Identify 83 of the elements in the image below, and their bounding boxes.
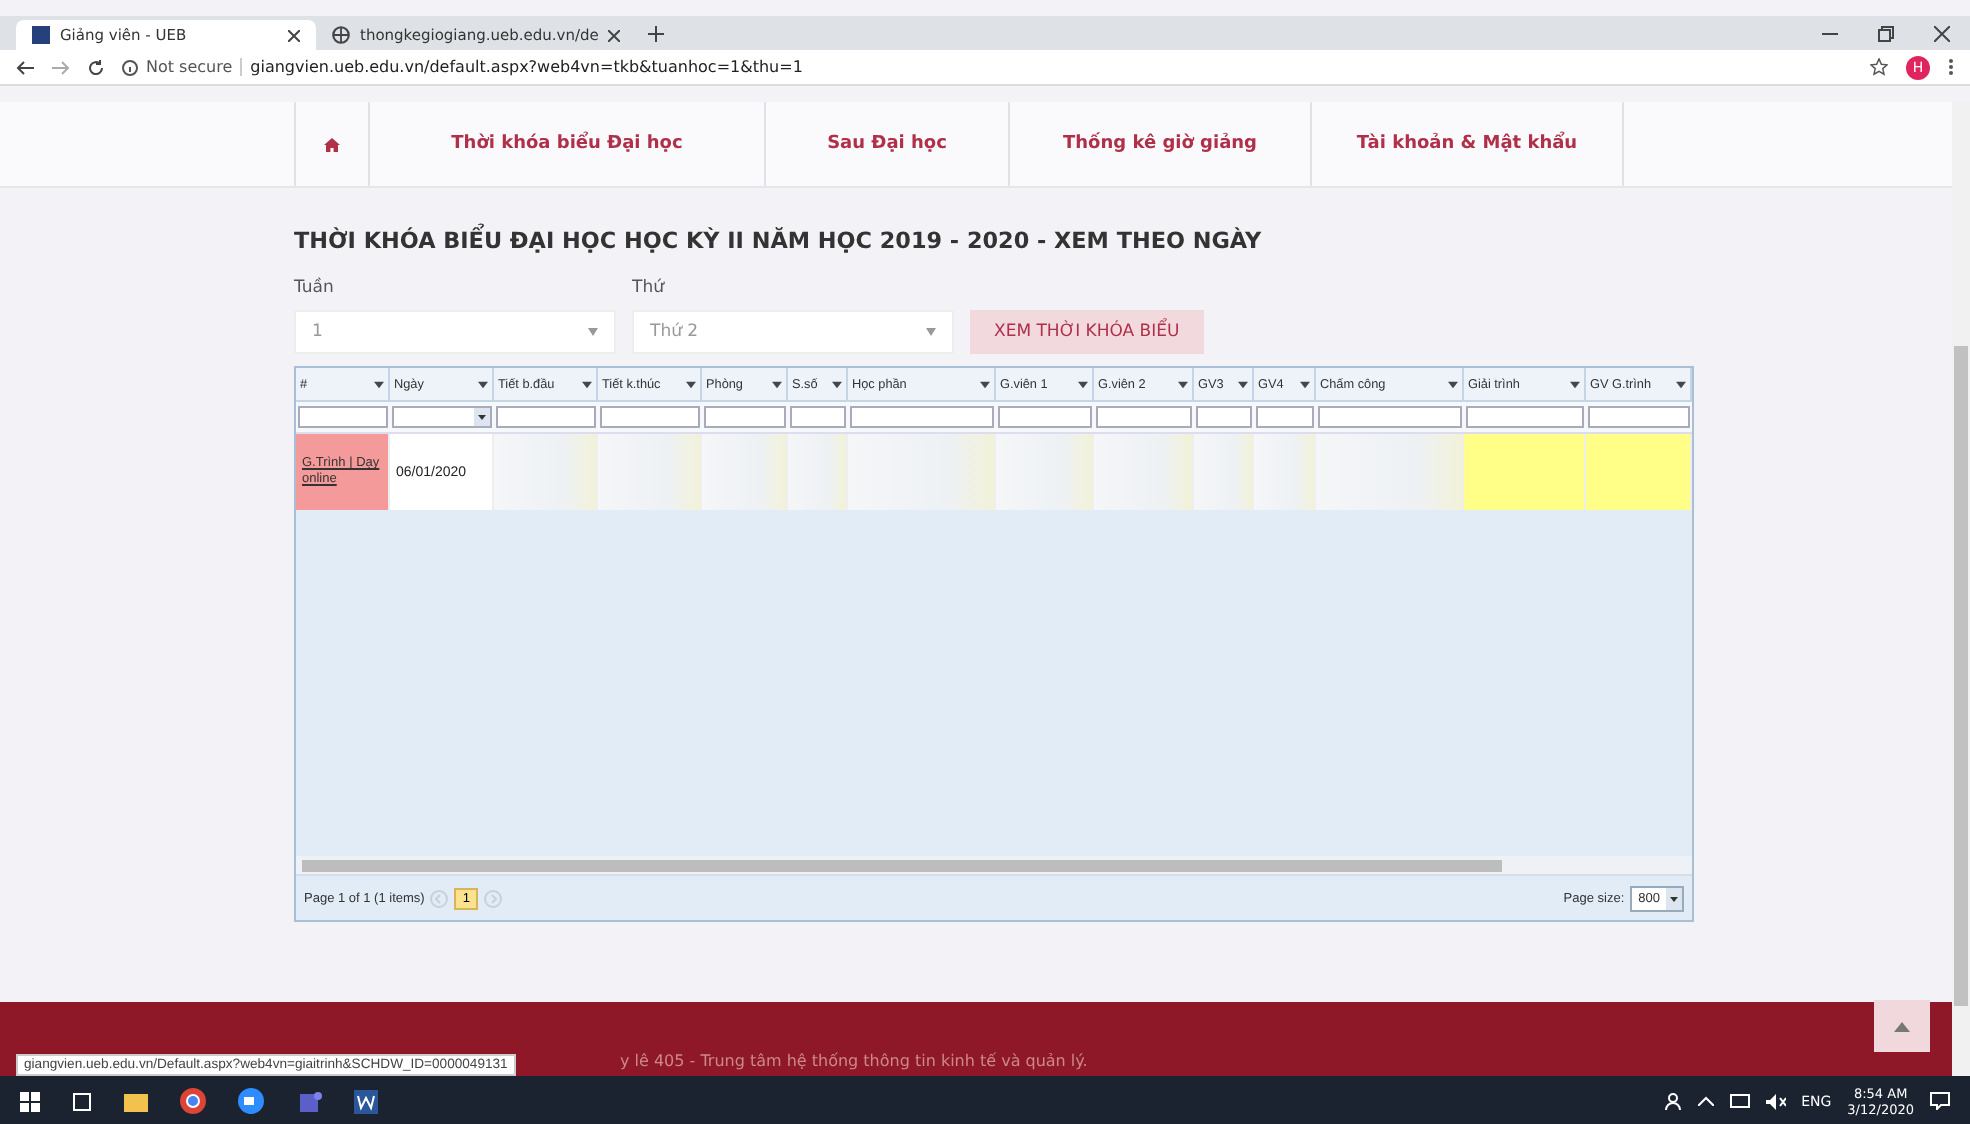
star-icon[interactable] [1870,58,1888,76]
filter-field[interactable] [1318,406,1462,428]
filter-field[interactable] [298,406,388,428]
filter-field[interactable] [392,406,492,428]
horizontal-scrollbar[interactable] [296,856,1692,874]
filter-field[interactable] [998,406,1092,428]
nav-link[interactable]: Tài khoản & Mật khẩu [1310,102,1622,186]
caret-icon[interactable] [1666,887,1682,909]
view-button[interactable]: XEM THỜI KHÓA BIỂU [970,310,1204,354]
info-icon[interactable] [122,59,138,75]
word-icon[interactable] [354,1089,378,1113]
filter-icon[interactable] [980,379,990,389]
blurred-cell [996,434,1094,510]
caret-up-icon [1894,1021,1910,1031]
speaker-icon[interactable] [1765,1093,1786,1109]
filter-icon[interactable] [1238,379,1248,389]
home-icon[interactable] [324,137,340,151]
task-view-icon[interactable] [72,1091,92,1111]
filter-icon[interactable] [1178,379,1188,389]
filter-icon[interactable] [1448,379,1458,389]
close-icon[interactable] [1934,25,1950,41]
filter-field[interactable] [1588,406,1690,428]
field-label: Tuần [294,278,336,298]
filter-icon[interactable] [582,379,592,389]
reload-icon[interactable] [88,59,104,75]
windows-icon[interactable] [20,1091,40,1111]
nav-link[interactable]: Thống kê giờ giảng [1008,102,1310,186]
blurred-cell [494,434,598,510]
caret-icon [588,328,598,336]
filter-icon[interactable] [1300,379,1310,389]
caret-icon [926,328,936,336]
close-icon[interactable] [608,29,621,41]
chevron-up-icon[interactable] [1697,1096,1714,1106]
filter-field[interactable] [600,406,700,428]
nav-link[interactable]: Thời khóa biểu Đại học [368,102,764,186]
blurred-cell [1254,434,1316,510]
browser-icon[interactable] [180,1088,206,1114]
vertical-scrollbar[interactable] [1952,102,1970,1076]
video-app-icon[interactable] [238,1088,264,1114]
menu-icon[interactable] [1948,58,1954,76]
network-icon[interactable] [1729,1093,1750,1109]
filter-icon[interactable] [1570,379,1580,389]
site-icon [32,26,50,44]
filter-icon[interactable] [1078,379,1088,389]
footer-text: y lê 405 - Trung tâm hệ thống thông tin kinh tế và quản lý. [620,1052,1088,1070]
filter-field[interactable] [850,406,994,428]
restore-icon[interactable] [1878,25,1894,41]
filter-icon[interactable] [832,379,842,389]
filter-field[interactable] [496,406,596,428]
security-label: Not secure [146,58,233,76]
nav-link[interactable]: Sau Đại học [764,102,1008,186]
scrollbar-thumb[interactable] [1954,346,1968,1006]
globe-icon [332,26,350,44]
filter-icon[interactable] [478,379,488,389]
filter-icon[interactable] [1676,379,1686,389]
person-icon[interactable] [1663,1092,1682,1110]
filter-icon[interactable] [772,379,782,389]
field-label: Thứ [632,278,667,298]
blurred-cell [702,434,788,510]
filter-field[interactable] [704,406,786,428]
blurred-cell [1194,434,1254,510]
notification-icon[interactable] [1930,1092,1950,1110]
back-icon[interactable] [16,59,34,75]
filter-field[interactable] [790,406,846,428]
blurred-cell [598,434,702,510]
new-tab-icon[interactable] [648,25,665,41]
filter-field[interactable] [1466,406,1584,428]
folder-icon[interactable] [124,1091,148,1111]
filter-field[interactable] [1196,406,1252,428]
highlighted-cell [1464,434,1586,510]
page-title: THỜI KHÓA BIỂU ĐẠI HỌC HỌC KỲ II NĂM HỌC 2019 - 2020 - XEM THEO NGÀY [294,228,1970,254]
filter-field[interactable] [1256,406,1314,428]
filter-icon[interactable] [686,379,696,389]
scrollbar-thumb[interactable] [302,859,1502,871]
filter-icon[interactable] [374,379,384,389]
scroll-to-top-button[interactable] [1874,1000,1930,1052]
blurred-cell [1094,434,1194,510]
team-app-icon[interactable] [296,1089,322,1113]
close-icon[interactable] [288,29,300,41]
blurred-cell [788,434,848,510]
filter-field[interactable] [1096,406,1192,428]
highlighted-cell [1586,434,1692,510]
address-field[interactable]: giangvien.ueb.edu.vn/default.aspx?web4vn=tkb&tuanhoc=1&thu=1 [250,58,803,76]
